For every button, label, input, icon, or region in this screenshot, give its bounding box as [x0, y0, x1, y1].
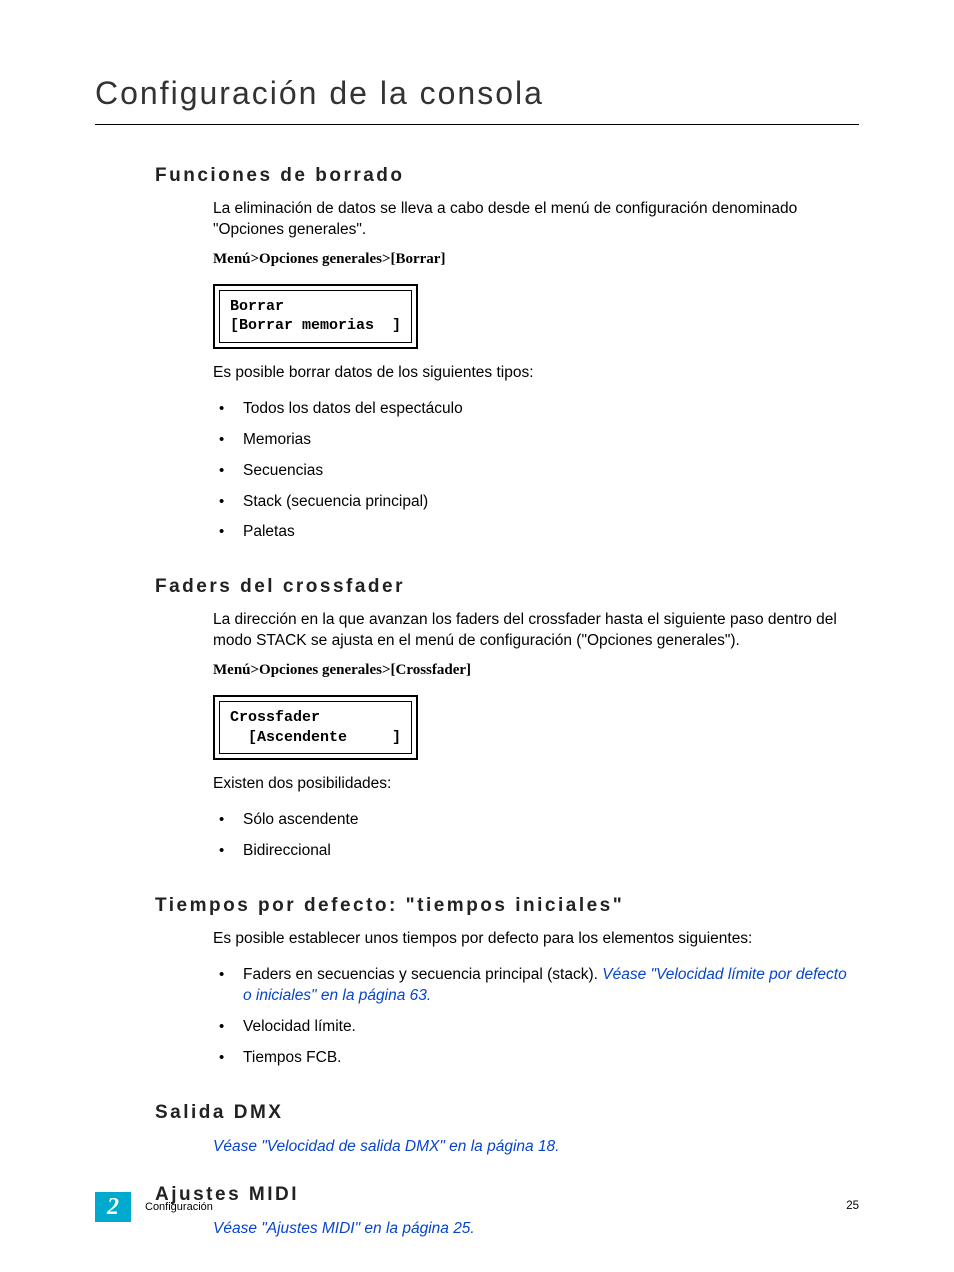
- body-paragraph: Existen dos posibilidades:: [213, 774, 859, 795]
- list-item: Memorias: [213, 425, 859, 456]
- body-paragraph: Es posible establecer unos tiempos por d…: [213, 929, 859, 950]
- body-paragraph: La eliminación de datos se lleva a cabo …: [213, 199, 859, 241]
- bullet-list: Sólo ascendente Bidireccional: [213, 805, 859, 867]
- cross-reference-link[interactable]: Véase "Velocidad de salida DMX" en la pá…: [213, 1138, 560, 1156]
- lcd-line: Borrar: [230, 298, 284, 315]
- bullet-list: Todos los datos del espectáculo Memorias…: [213, 394, 859, 549]
- page-number: 25: [846, 1192, 859, 1212]
- list-item: Paletas: [213, 517, 859, 548]
- footer-left: 2 Configuración: [95, 1192, 213, 1222]
- lcd-line: Crossfader: [230, 709, 320, 726]
- section-heading-tiempos-defecto: Tiempos por defecto: "tiempos iniciales": [155, 895, 859, 917]
- list-item: Secuencias: [213, 456, 859, 487]
- list-item: Stack (secuencia principal): [213, 487, 859, 518]
- list-item: Faders en secuencias y secuencia princip…: [213, 960, 859, 1012]
- bullet-list: Faders en secuencias y secuencia princip…: [213, 960, 859, 1074]
- lcd-line: [Borrar memorias ]: [230, 317, 401, 334]
- list-text: Faders en secuencias y secuencia princip…: [243, 966, 602, 983]
- section-heading-faders-crossfader: Faders del crossfader: [155, 576, 859, 598]
- list-item: Velocidad límite.: [213, 1012, 859, 1043]
- lcd-display-box: Crossfader [Ascendente ]: [213, 695, 418, 760]
- page-footer: 2 Configuración 25: [0, 1192, 954, 1222]
- section-heading-salida-dmx: Salida DMX: [155, 1102, 859, 1124]
- lcd-line: [Ascendente ]: [230, 729, 401, 746]
- lcd-inner: Crossfader [Ascendente ]: [219, 701, 412, 754]
- menu-path: Menú>Opciones generales>[Borrar]: [213, 251, 859, 268]
- lcd-display-box: Borrar [Borrar memorias ]: [213, 284, 418, 349]
- chapter-number-badge: 2: [95, 1192, 131, 1222]
- list-item: Tiempos FCB.: [213, 1043, 859, 1074]
- lcd-inner: Borrar [Borrar memorias ]: [219, 290, 412, 343]
- chapter-title: Configuración de la consola: [95, 75, 859, 125]
- menu-path: Menú>Opciones generales>[Crossfader]: [213, 662, 859, 679]
- section-heading-funciones-borrado: Funciones de borrado: [155, 165, 859, 187]
- list-item: Todos los datos del espectáculo: [213, 394, 859, 425]
- body-paragraph: La dirección en la que avanzan los fader…: [213, 610, 859, 652]
- body-paragraph: Es posible borrar datos de los siguiente…: [213, 363, 859, 384]
- list-item: Sólo ascendente: [213, 805, 859, 836]
- list-item: Bidireccional: [213, 836, 859, 867]
- footer-section-name: Configuración: [145, 1201, 213, 1213]
- cross-reference-link[interactable]: Véase "Ajustes MIDI" en la página 25.: [213, 1220, 475, 1238]
